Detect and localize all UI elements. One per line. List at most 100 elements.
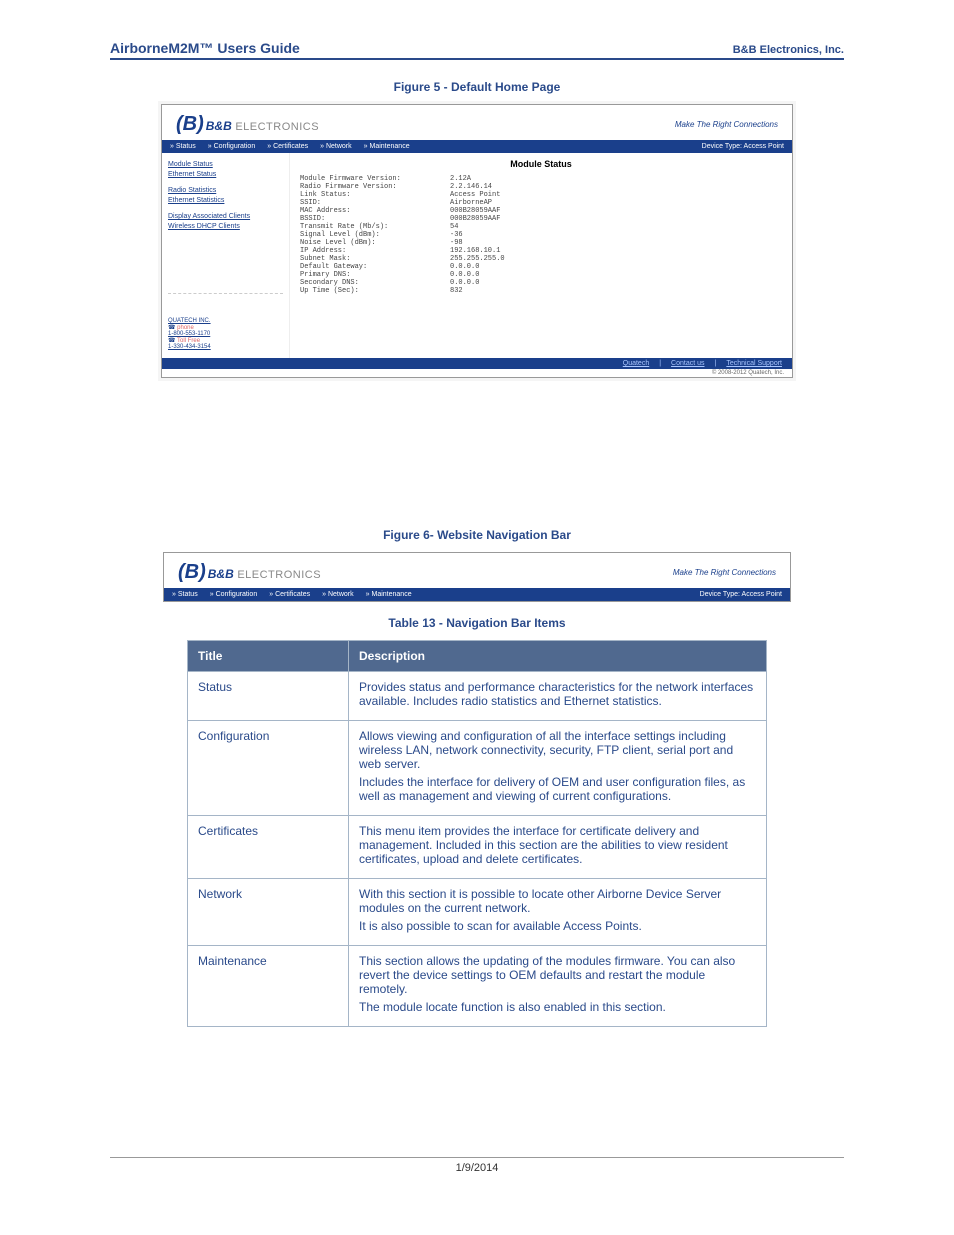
stat-value: 000B28059AAF [450, 207, 570, 215]
side-radio-statistics[interactable]: Radio Statistics [168, 187, 283, 194]
stat-value: -98 [450, 239, 570, 247]
shot2-navbar: » Status » Configuration » Certificates … [164, 588, 790, 601]
page-footer: 1/9/2014 [110, 1157, 844, 1174]
shot-sidebar: Module Status Ethernet Status Radio Stat… [162, 153, 290, 358]
module-status-title: Module Status [300, 159, 782, 169]
stat-value: 255.255.255.0 [450, 255, 570, 263]
logo-brand-2: B&B ELECTRONICS [208, 567, 321, 581]
stat-value: 2.2.146.14 [450, 183, 570, 191]
shot-navbar: » Status » Configuration » Certificates … [162, 140, 792, 153]
stat-label: MAC Address: [300, 207, 440, 215]
shot-main: Module Status Module Firmware Version: 2.… [290, 153, 792, 358]
stat-label: Noise Level (dBm): [300, 239, 440, 247]
logo-brand: B&B ELECTRONICS [206, 119, 319, 133]
stat-label: Radio Firmware Version: [300, 183, 440, 191]
foot-quatech[interactable]: Quatech [623, 360, 649, 367]
stat-value: 2.12A [450, 175, 570, 183]
stat-value: AirborneAP [450, 199, 570, 207]
stat-label: Secondary DNS: [300, 279, 440, 287]
table-row: MaintenanceThis section allows the updat… [188, 946, 767, 1027]
side-ethernet-statistics[interactable]: Ethernet Statistics [168, 197, 283, 204]
nav-configuration[interactable]: » Configuration [208, 143, 256, 150]
table-row: NetworkWith this section it is possible … [188, 879, 767, 946]
row-title: Certificates [188, 816, 349, 879]
row-desc: Provides status and performance characte… [349, 672, 767, 721]
side-assoc-clients[interactable]: Display Associated Clients [168, 213, 283, 220]
th-title: Title [188, 641, 349, 672]
stat-label: Module Firmware Version: [300, 175, 440, 183]
row-title: Maintenance [188, 946, 349, 1027]
stat-label: Default Gateway: [300, 263, 440, 271]
th-description: Description [349, 641, 767, 672]
stat-label: Subnet Mask: [300, 255, 440, 263]
row-desc: With this section it is possible to loca… [349, 879, 767, 946]
bb-logo: (B) B&B ELECTRONICS [176, 113, 319, 136]
device-type-label-2: Device Type: Access Point [700, 591, 782, 598]
header-left: AirborneM2M™ Users Guide [110, 40, 300, 56]
quatech-link[interactable]: QUATECH INC. [168, 318, 211, 324]
side-ethernet-status[interactable]: Ethernet Status [168, 171, 283, 178]
table-row: ConfigurationAllows viewing and configur… [188, 721, 767, 816]
shot-copyright: © 2008-2012 Quatech, Inc. [162, 369, 792, 377]
foot-contact[interactable]: Contact us [671, 360, 704, 367]
side-dhcp-clients[interactable]: Wireless DHCP Clients [168, 223, 283, 230]
figure6-caption: Figure 6- Website Navigation Bar [110, 528, 844, 542]
nav2-certificates[interactable]: » Certificates [269, 591, 310, 598]
stat-value: 0.0.0.0 [450, 263, 570, 271]
row-desc: Allows viewing and configuration of all … [349, 721, 767, 816]
row-title: Status [188, 672, 349, 721]
shot-header: (B) B&B ELECTRONICS Make The Right Conne… [162, 105, 792, 140]
stat-label: Signal Level (dBm): [300, 231, 440, 239]
contact-block: QUATECH INC. ☎ phone 1-800-553-1170 ☎ To… [168, 318, 283, 350]
stat-label: Link Status: [300, 191, 440, 199]
footer-date: 1/9/2014 [456, 1162, 499, 1174]
stat-value: 0.0.0.0 [450, 279, 570, 287]
table13-caption: Table 13 - Navigation Bar Items [110, 616, 844, 630]
row-desc: This section allows the updating of the … [349, 946, 767, 1027]
figure5-caption: Figure 5 - Default Home Page [110, 80, 844, 94]
nav-network[interactable]: » Network [320, 143, 352, 150]
stat-label: SSID: [300, 199, 440, 207]
phone1: 1-800-553-1170 [168, 331, 210, 337]
page-header: AirborneM2M™ Users Guide B&B Electronics… [110, 40, 844, 60]
stat-value: -36 [450, 231, 570, 239]
tagline-2: Make The Right Connections [673, 568, 776, 577]
stat-value: 832 [450, 287, 570, 295]
status-grid: Module Firmware Version: 2.12A Radio Firmw… [300, 175, 782, 295]
device-type-label: Device Type: Access Point [702, 143, 784, 150]
row-title: Configuration [188, 721, 349, 816]
row-desc: This menu item provides the interface fo… [349, 816, 767, 879]
table-row: CertificatesThis menu item provides the … [188, 816, 767, 879]
bb-logo-2: (B) B&B ELECTRONICS [178, 561, 321, 584]
stat-label: Up Time (Sec): [300, 287, 440, 295]
nav2-configuration[interactable]: » Configuration [210, 591, 258, 598]
table13: Title Description StatusProvides status … [187, 640, 767, 1027]
table-row: StatusProvides status and performance ch… [188, 672, 767, 721]
stat-value: 192.168.10.1 [450, 247, 570, 255]
nav2-maintenance[interactable]: » Maintenance [366, 591, 412, 598]
nav-certificates[interactable]: » Certificates [267, 143, 308, 150]
nav2-status[interactable]: » Status [172, 591, 198, 598]
nav-status[interactable]: » Status [170, 143, 196, 150]
stat-value: 54 [450, 223, 570, 231]
stat-label: Primary DNS: [300, 271, 440, 279]
phone2: 1-330-434-3154 [168, 344, 211, 350]
stat-label: BSSID: [300, 215, 440, 223]
stat-label: IP Address: [300, 247, 440, 255]
shot-footer: Quatech | Contact us | Technical Support [162, 358, 792, 369]
row-title: Network [188, 879, 349, 946]
stat-value: 000B28059AAF [450, 215, 570, 223]
logo-icon: (B) [176, 113, 204, 136]
nav2-network[interactable]: » Network [322, 591, 354, 598]
stat-label: Transmit Rate (Mb/s): [300, 223, 440, 231]
stat-value: 0.0.0.0 [450, 271, 570, 279]
tagline: Make The Right Connections [675, 120, 778, 129]
foot-support[interactable]: Technical Support [726, 360, 782, 367]
logo-icon-2: (B) [178, 561, 206, 584]
stat-value: Access Point [450, 191, 570, 199]
header-right: B&B Electronics, Inc. [733, 44, 844, 56]
figure5-screenshot: (B) B&B ELECTRONICS Make The Right Conne… [161, 104, 793, 378]
nav-maintenance[interactable]: » Maintenance [364, 143, 410, 150]
side-module-status[interactable]: Module Status [168, 161, 283, 168]
figure6-screenshot: (B) B&B ELECTRONICS Make The Right Conne… [163, 552, 791, 602]
